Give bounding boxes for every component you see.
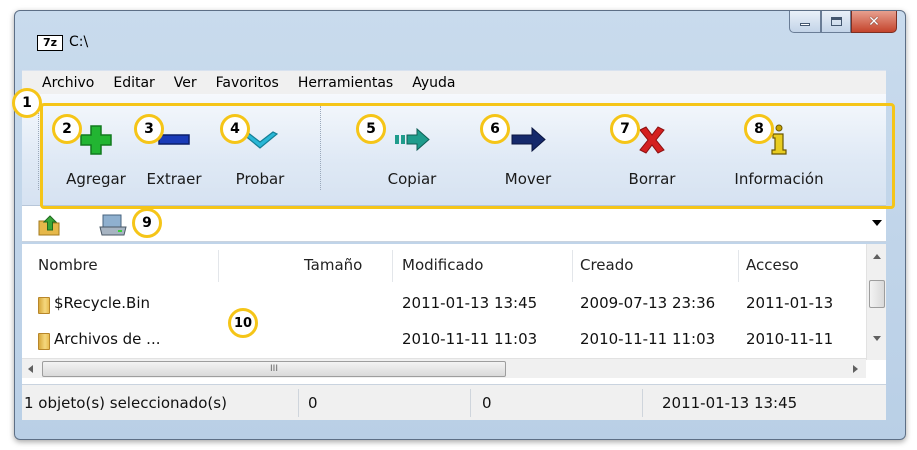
- file-modified: 2010-11-11 11:03: [402, 330, 538, 348]
- callout-8: 8: [744, 114, 774, 144]
- status-size: 0: [308, 394, 318, 412]
- column-size-header[interactable]: Tamaño: [304, 256, 362, 274]
- callout-6: 6: [480, 114, 510, 144]
- minimize-button[interactable]: [789, 11, 821, 33]
- menu-ayuda[interactable]: Ayuda: [412, 75, 455, 91]
- column-name-header[interactable]: Nombre: [38, 256, 98, 274]
- file-modified: 2011-01-13 13:45: [402, 294, 538, 312]
- menu-archivo[interactable]: Archivo: [42, 75, 94, 91]
- status-divider: [298, 389, 299, 417]
- scroll-right-arrow-icon[interactable]: [853, 365, 858, 373]
- scroll-down-arrow-icon[interactable]: [873, 336, 881, 341]
- callout-5: 5: [356, 114, 386, 144]
- callout-7: 7: [610, 114, 640, 144]
- 7zip-logo-icon: 7z: [37, 35, 63, 51]
- maximize-button[interactable]: [821, 11, 851, 33]
- scroll-left-arrow-icon[interactable]: [28, 365, 33, 373]
- address-dropdown-arrow-icon[interactable]: [872, 220, 882, 226]
- column-divider[interactable]: [392, 250, 393, 282]
- column-divider[interactable]: [218, 250, 219, 282]
- menu-herramientas[interactable]: Herramientas: [298, 75, 393, 91]
- drive-icon[interactable]: [98, 212, 128, 238]
- status-selection: 1 objeto(s) seleccionado(s): [24, 394, 227, 412]
- folder-icon: [38, 297, 50, 314]
- table-row[interactable]: $Recycle.Bin 2011-01-13 13:45 2009-07-13…: [22, 294, 866, 318]
- folder-icon: [38, 333, 50, 350]
- callout-9: 9: [132, 208, 162, 238]
- file-accessed: 2011-01-13: [746, 294, 834, 312]
- list-header: Nombre Tamaño Modificado Creado Acceso: [22, 250, 866, 282]
- close-button[interactable]: ✕: [851, 11, 897, 33]
- menu-favoritos[interactable]: Favoritos: [216, 75, 279, 91]
- stage: 7z C:\ ✕ Archivo Editar Ver Favoritos He…: [0, 0, 917, 450]
- callout-2: 2: [52, 114, 82, 144]
- title-bar[interactable]: 7z C:\ ✕: [15, 11, 905, 63]
- callout-3: 3: [134, 114, 164, 144]
- column-modified-header[interactable]: Modificado: [402, 256, 483, 274]
- file-accessed: 2010-11-11: [746, 330, 834, 348]
- callout-1: 1: [12, 88, 42, 118]
- vertical-scrollbar[interactable]: [866, 244, 886, 360]
- close-icon: ✕: [868, 13, 880, 30]
- scroll-up-arrow-icon[interactable]: [873, 254, 881, 259]
- file-created: 2009-07-13 23:36: [580, 294, 716, 312]
- status-divider: [470, 389, 471, 417]
- folder-up-icon[interactable]: [36, 212, 62, 238]
- column-divider[interactable]: [572, 250, 573, 282]
- status-packed-size: 0: [482, 394, 492, 412]
- column-created-header[interactable]: Creado: [580, 256, 633, 274]
- file-list: Nombre Tamaño Modificado Creado Acceso $…: [22, 244, 886, 384]
- menu-ver[interactable]: Ver: [174, 75, 197, 91]
- horizontal-scrollbar[interactable]: III: [22, 358, 866, 378]
- menu-editar[interactable]: Editar: [113, 75, 154, 91]
- file-name: $Recycle.Bin: [54, 294, 151, 312]
- horizontal-scroll-thumb[interactable]: III: [42, 361, 506, 377]
- file-name: Archivos de ...: [54, 330, 161, 348]
- table-row[interactable]: Archivos de ... 2010-11-11 11:03 2010-11…: [22, 330, 866, 354]
- window-controls: ✕: [789, 11, 897, 35]
- column-accessed-header[interactable]: Acceso: [746, 256, 799, 274]
- status-bar: 1 objeto(s) seleccionado(s) 0 0 2011-01-…: [22, 384, 886, 420]
- window-title: C:\: [69, 34, 89, 50]
- callout-10: 10: [228, 308, 258, 338]
- callout-4: 4: [220, 114, 250, 144]
- minimize-icon: [800, 23, 810, 26]
- maximize-icon: [830, 17, 842, 26]
- status-divider: [642, 389, 643, 417]
- vertical-scroll-thumb[interactable]: [869, 280, 885, 308]
- file-created: 2010-11-11 11:03: [580, 330, 716, 348]
- column-divider[interactable]: [738, 250, 739, 282]
- status-modified: 2011-01-13 13:45: [662, 394, 798, 412]
- menu-bar: Archivo Editar Ver Favoritos Herramienta…: [22, 70, 886, 94]
